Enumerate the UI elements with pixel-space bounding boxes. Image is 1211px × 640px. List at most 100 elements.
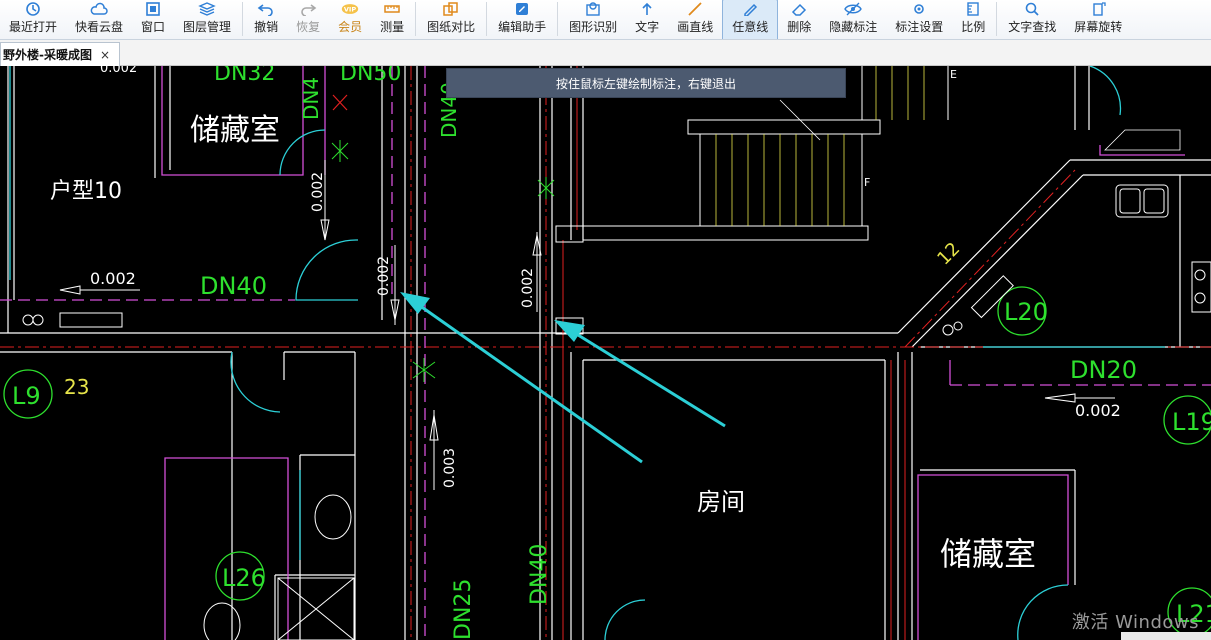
shape-recognize-label: 图形识别: [569, 20, 618, 34]
label-dn40-vertical: DN40: [527, 544, 552, 605]
label-slope-d: 0.002: [520, 268, 536, 308]
label-number-23: 23: [64, 375, 89, 399]
annotation-settings-label: 标注设置: [895, 20, 944, 34]
layer-management-label: 图层管理: [183, 20, 232, 34]
label-dn25: DN25: [451, 579, 476, 640]
window-icon: [146, 2, 160, 16]
eraser-icon: [792, 3, 807, 16]
toolbar-separator: [415, 2, 417, 36]
vip-badge-text: VIP: [344, 5, 356, 13]
drawing-compare-button[interactable]: 图纸对比: [418, 0, 484, 39]
label-storage-room-2: 储藏室: [940, 535, 1036, 573]
label-mark-f: F: [864, 176, 870, 189]
cad-drawing-canvas[interactable]: DN32 DN50 DN4 DN40 储藏室 户型10 0.002 0.002 …: [0, 66, 1211, 640]
label-riser-l19: L19: [1172, 408, 1211, 436]
label-storage-room-1: 储藏室: [190, 113, 280, 148]
annotation-settings-button[interactable]: 标注设置: [886, 0, 952, 39]
close-icon[interactable]: ×: [100, 48, 110, 62]
rotate-screen-button[interactable]: 屏幕旋转: [1065, 0, 1131, 39]
text-search-button[interactable]: 文字查找: [999, 0, 1065, 39]
shape-recognize-icon: [586, 2, 600, 16]
delete-label: 删除: [787, 20, 812, 34]
draw-line-label: 画直线: [677, 20, 714, 34]
text-search-icon: [1025, 2, 1039, 16]
label-room: 房间: [697, 488, 745, 516]
rotate-screen-icon: [1093, 2, 1106, 16]
label-dn20: DN20: [1070, 356, 1137, 384]
line-icon: [688, 2, 702, 16]
redo-button[interactable]: 恢复: [287, 0, 329, 39]
vip-member-label: 会员: [338, 20, 363, 34]
cloud-disk-button[interactable]: 快看云盘: [66, 0, 132, 39]
main-toolbar: 最近打开 快看云盘 窗口 图层管理 撤销 恢复 VIP 会员 测量 图纸对比 编…: [0, 0, 1211, 40]
vip-icon: VIP: [341, 4, 359, 14]
draw-line-button[interactable]: 画直线: [668, 0, 722, 39]
rotate-screen-label: 屏幕旋转: [1074, 20, 1123, 34]
label-unit-type: 户型10: [50, 179, 122, 204]
toolbar-separator: [242, 2, 244, 36]
freehand-icon: [744, 3, 758, 16]
delete-button[interactable]: 删除: [778, 0, 820, 39]
label-mark-e: E: [950, 68, 957, 81]
recent-open-label: 最近打开: [9, 20, 58, 34]
drawing-hint-banner: 按住鼠标左键绘制标注，右键退出: [446, 68, 846, 98]
annotation-settings-icon: [914, 4, 925, 14]
measure-button[interactable]: 测量: [371, 0, 413, 39]
scale-button[interactable]: 比例: [952, 0, 994, 39]
label-riser-l20: L20: [1004, 298, 1048, 326]
toolbar-separator: [996, 2, 998, 36]
label-slope-top: 0.002: [100, 66, 137, 76]
cloud-icon: [90, 2, 108, 15]
drawing-compare-label: 图纸对比: [427, 20, 476, 34]
label-slope-e: 0.002: [1075, 401, 1121, 420]
hide-annotation-label: 隐藏标注: [829, 20, 878, 34]
toolbar-separator: [557, 2, 559, 36]
recent-open-button[interactable]: 最近打开: [0, 0, 66, 39]
shape-recognize-button[interactable]: 图形识别: [560, 0, 626, 39]
scale-icon: [967, 2, 979, 16]
hide-annotation-button[interactable]: 隐藏标注: [820, 0, 886, 39]
label-dn32: DN32: [214, 66, 275, 86]
document-tab-title: 野外楼-采暖成图: [3, 48, 92, 62]
label-dn4-top: DN4: [299, 77, 323, 120]
text-tool-button[interactable]: 文字: [626, 0, 668, 39]
watermark-strip: [1121, 632, 1211, 640]
window-button[interactable]: 窗口: [132, 0, 174, 39]
hide-eye-icon: [844, 2, 863, 16]
label-slope-b: 0.002: [310, 172, 326, 212]
measure-label: 测量: [380, 20, 405, 34]
label-slope-f: 0.003: [442, 448, 458, 488]
edit-assistant-label: 编辑助手: [498, 20, 547, 34]
measure-icon: [384, 5, 400, 13]
text-icon: [642, 2, 652, 15]
label-dn50: DN50: [340, 66, 401, 86]
undo-button[interactable]: 撤销: [245, 0, 287, 39]
redo-icon: [301, 4, 317, 16]
undo-icon: [257, 4, 273, 16]
layer-management-button[interactable]: 图层管理: [174, 0, 240, 39]
text-search-label: 文字查找: [1008, 20, 1057, 34]
label-dn40-mid: DN40: [200, 272, 267, 300]
scale-label: 比例: [961, 20, 986, 34]
recent-icon: [26, 2, 40, 16]
edit-assistant-button[interactable]: 编辑助手: [489, 0, 555, 39]
label-slope-c: 0.002: [376, 256, 392, 296]
toolbar-separator: [486, 2, 488, 36]
redo-label: 恢复: [296, 20, 321, 34]
freehand-line-label: 任意线: [732, 20, 769, 34]
label-riser-l9: L9: [12, 382, 41, 410]
vip-member-button[interactable]: VIP 会员: [329, 0, 371, 39]
document-tab[interactable]: 野外楼-采暖成图 ×: [0, 42, 120, 66]
windows-activation-watermark: 激活 Windows: [1071, 612, 1199, 633]
undo-label: 撤销: [254, 20, 279, 34]
compare-icon: [443, 2, 458, 16]
label-riser-l26: L26: [222, 564, 266, 592]
document-tab-bar: 野外楼-采暖成图 ×: [0, 40, 1211, 66]
label-slope-a: 0.002: [90, 269, 136, 288]
freehand-line-button[interactable]: 任意线: [722, 0, 779, 39]
layers-icon: [198, 2, 216, 16]
text-tool-label: 文字: [635, 20, 660, 34]
edit-assistant-icon: [516, 3, 529, 15]
cloud-disk-label: 快看云盘: [75, 20, 124, 34]
window-label: 窗口: [141, 20, 166, 34]
